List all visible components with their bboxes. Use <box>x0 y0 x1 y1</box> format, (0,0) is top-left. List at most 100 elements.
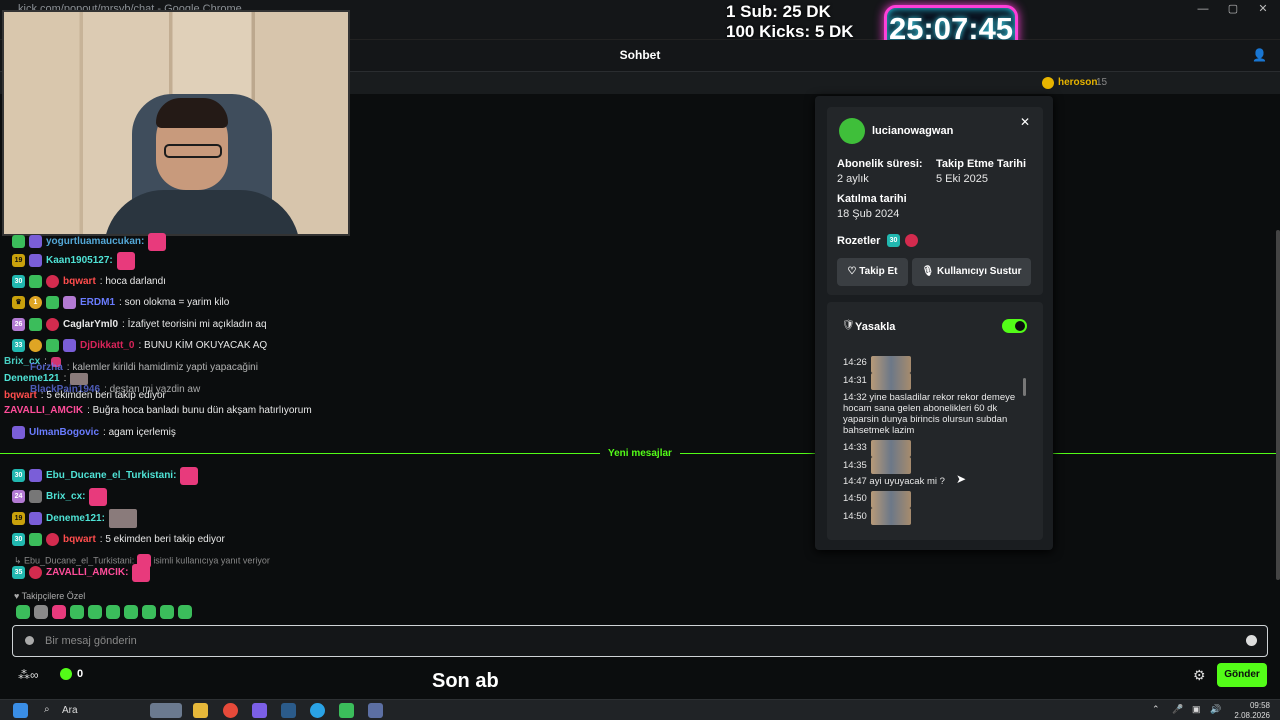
mute-button-label: Kullanıcıyı Sustur <box>937 266 1022 277</box>
history-time: 14:33 <box>843 442 867 453</box>
webcam-overlay <box>2 10 350 236</box>
edge-icon[interactable] <box>310 703 325 718</box>
clock-time[interactable]: 09:58 <box>1234 701 1270 710</box>
search-icon[interactable]: ⌕ <box>44 704 50 715</box>
og-badge-icon <box>29 235 42 248</box>
reply-note: isimli kullanıcıya yanıt veriyor <box>153 555 270 566</box>
users-icon[interactable]: 👤 <box>1252 48 1268 64</box>
sub-badge-icon: 30 <box>12 469 25 482</box>
chat-message[interactable]: UlmanBogovic : agam içerlemiş <box>12 423 176 442</box>
chat-message[interactable]: yogurtluamaucukan: <box>12 232 167 251</box>
chat-username[interactable]: UlmanBogovic <box>29 427 99 438</box>
user-card-username[interactable]: lucianowagwan <box>872 125 953 137</box>
points-icon[interactable]: ⁂∞ <box>18 668 39 682</box>
emote-icon[interactable] <box>124 605 138 619</box>
sub-badge-icon: 30 <box>12 275 25 288</box>
chat-message[interactable]: ZAVALLI_AMCIK : Buğra hoca banladı bunu … <box>4 401 312 420</box>
chat-username[interactable]: bqwart <box>63 534 96 545</box>
sub-badge-icon: 26 <box>12 318 25 331</box>
emote-icon[interactable] <box>178 605 192 619</box>
volume-icon[interactable]: 🔊 <box>1210 704 1221 715</box>
chat-message[interactable]: 30 Ebu_Ducane_el_Turkistani: <box>12 466 199 485</box>
settings-gear-icon[interactable]: ⚙ <box>1193 667 1206 684</box>
emote-icon[interactable] <box>88 605 102 619</box>
chat-text: : son olokma = yarim kilo <box>119 297 230 308</box>
emote-icon[interactable] <box>70 605 84 619</box>
chat-message[interactable]: 30 bqwart : hoca darlandı <box>12 272 166 291</box>
sub-badge-icon: 30 <box>887 234 900 247</box>
chat-message[interactable]: 30 bqwart : 5 ekimden beri takip ediyor <box>12 530 225 549</box>
chat-username[interactable]: bqwart <box>63 276 96 287</box>
emote-icon[interactable] <box>16 605 30 619</box>
chat-message[interactable]: 24 Brix_cx: <box>12 487 108 506</box>
kicks-icon[interactable] <box>60 668 72 680</box>
history-scrollbar[interactable] <box>1023 378 1026 396</box>
history-time: 14:32 <box>843 392 867 403</box>
emote-icon[interactable] <box>142 605 156 619</box>
chat-message[interactable]: 26 CaglarYml0 : İzafiyet teorisini mi aç… <box>12 315 267 334</box>
discord-icon[interactable] <box>252 703 267 718</box>
gift-badge-icon <box>46 296 59 309</box>
mic-icon[interactable]: 🎤 <box>1172 704 1183 715</box>
chat-username[interactable]: CaglarYml0 <box>63 319 118 330</box>
overlay-caption: Son ab <box>432 670 499 692</box>
user-avatar[interactable] <box>839 118 865 144</box>
windows-taskbar: ⌕ Ara ⌃ 🎤 ▣ 🔊 09:58 2.08.2026 <box>0 699 1280 720</box>
chat-username[interactable]: DjDikkatt_0 <box>80 340 134 351</box>
chat-username[interactable]: ZAVALLI_AMCIK: <box>46 567 128 578</box>
mute-user-button[interactable]: 🎙 Kullanıcıyı Sustur <box>912 258 1031 286</box>
emote-icon[interactable] <box>34 605 48 619</box>
close-icon[interactable]: ✕ <box>1020 115 1030 129</box>
chat-message[interactable]: ♛ 1 ERDM1 : son olokma = yarim kilo <box>12 293 229 312</box>
follow-date-label: Takip Etme Tarihi <box>936 158 1027 170</box>
steam-icon[interactable] <box>281 703 296 718</box>
chat-username[interactable]: Kaan1905127: <box>46 255 113 266</box>
new-messages-label[interactable]: Yeni mesajlar <box>600 448 680 459</box>
follow-button-label: Takip Et <box>859 266 898 277</box>
taskbar-search[interactable]: Ara <box>62 705 78 716</box>
chat-message[interactable]: 35 ZAVALLI_AMCIK: <box>12 563 151 582</box>
weather-icon[interactable] <box>150 703 182 718</box>
emote-icon[interactable] <box>160 605 174 619</box>
chat-username[interactable]: Deneme121: <box>46 513 105 524</box>
sub-badge-icon: 33 <box>12 339 25 352</box>
chat-input[interactable]: Bir mesaj gönderin <box>12 625 1268 657</box>
send-button[interactable]: Gönder <box>1217 663 1267 687</box>
og-badge-icon <box>29 254 42 267</box>
emote-icon[interactable] <box>106 605 120 619</box>
chat-text: : kalemler kirildi hamidimiz yapti yapac… <box>66 362 258 373</box>
gifter-badge-icon: 1 <box>29 296 42 309</box>
chat-message[interactable]: 19 Deneme121: <box>12 509 137 528</box>
network-icon[interactable]: ▣ <box>1192 704 1201 715</box>
chat-mode-icon <box>25 636 34 645</box>
tray-chevron-icon[interactable]: ⌃ <box>1152 704 1160 715</box>
windows-start-icon[interactable] <box>13 703 28 718</box>
sub-badge-icon: 19 <box>12 512 25 525</box>
folder-icon[interactable] <box>193 703 208 718</box>
maximize-button[interactable]: ▢ <box>1222 2 1244 16</box>
emote-icon <box>116 251 135 270</box>
emote-icon[interactable] <box>52 605 66 619</box>
chrome-icon[interactable] <box>223 703 238 718</box>
ban-toggle[interactable] <box>1002 319 1027 333</box>
calculator-icon[interactable] <box>368 703 383 718</box>
close-window-button[interactable]: ✕ <box>1252 2 1274 16</box>
chat-username[interactable]: ZAVALLI_AMCIK <box>4 405 83 416</box>
minimize-button[interactable]: — <box>1192 2 1214 16</box>
chat-username[interactable]: Ebu_Ducane_el_Turkistani: <box>46 470 176 481</box>
chat-scrollbar[interactable] <box>1276 230 1280 580</box>
chat-message[interactable]: 19 Kaan1905127: <box>12 251 135 270</box>
chat-username[interactable]: yogurtluamaucukan: <box>46 236 144 247</box>
crown-badge-icon: ♛ <box>12 296 25 309</box>
chat-username[interactable]: bqwart <box>4 390 37 401</box>
follow-button[interactable]: ♡ Takip Et <box>837 258 908 286</box>
clock-date[interactable]: 2.08.2026 <box>1226 711 1270 720</box>
follow-date-value: 5 Eki 2025 <box>936 173 988 185</box>
emoji-picker-icon[interactable] <box>1246 635 1257 646</box>
emote-icon <box>180 466 199 485</box>
app-icon[interactable] <box>339 703 354 718</box>
chat-username[interactable]: ERDM1 <box>80 297 115 308</box>
og-badge-icon <box>29 469 42 482</box>
top-gifter-name[interactable]: heroson <box>1058 77 1097 88</box>
chat-username[interactable]: Brix_cx: <box>46 491 85 502</box>
